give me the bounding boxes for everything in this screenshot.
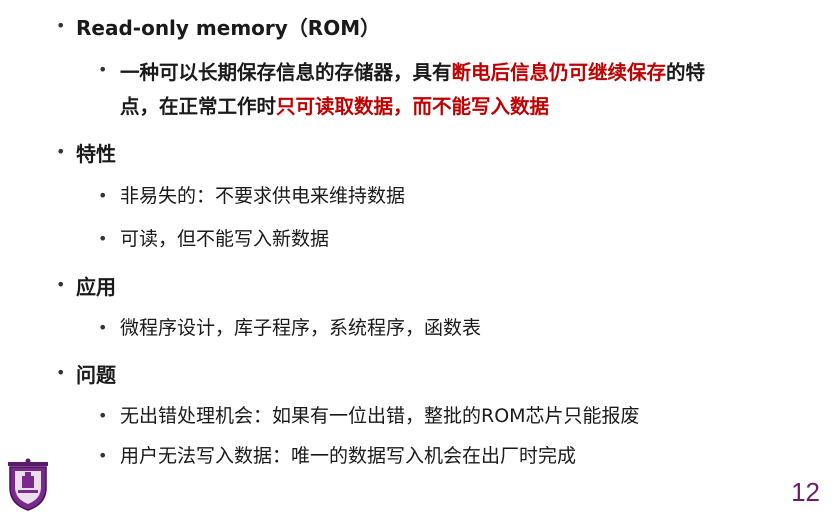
university-crest-icon bbox=[8, 458, 48, 511]
definition-text: 点，在正常工作时 bbox=[120, 95, 277, 118]
bullet-dot: • bbox=[98, 186, 108, 205]
application-item: 微程序设计，库子程序，系统程序，函数表 bbox=[120, 317, 482, 339]
bullet-dot: • bbox=[98, 229, 108, 248]
bullet-dot: • bbox=[56, 363, 66, 382]
heading-applications: 应用 bbox=[76, 275, 116, 299]
problem-item: 用户无法写入数据：唯一的数据写入机会在出厂时完成 bbox=[120, 445, 577, 467]
bullet-dot: • bbox=[98, 318, 108, 337]
rom-definition-line1: 一种可以长期保存信息的存储器，具有断电后信息仍可继续保存的特 bbox=[120, 56, 705, 85]
bullet-dot: • bbox=[56, 275, 66, 294]
page-number: 12 bbox=[791, 477, 820, 507]
heading-problems: 问题 bbox=[76, 363, 116, 387]
problem-item: 无出错处理机会：如果有一位出错，整批的ROM芯片只能报废 bbox=[120, 405, 640, 427]
feature-item: 可读，但不能写入新数据 bbox=[120, 228, 330, 250]
highlight-nonvolatile: 断电后信息仍可继续保存 bbox=[451, 61, 667, 84]
highlight-readonly: 只可读取数据，而不能写入数据 bbox=[276, 95, 550, 118]
bullet-dot: • bbox=[56, 16, 66, 35]
rom-definition-line2: 点，在正常工作时只可读取数据，而不能写入数据 bbox=[120, 90, 549, 119]
slide: • Read-only memory（ROM） • 一种可以长期保存信息的存储器… bbox=[0, 0, 840, 529]
heading-rom: Read-only memory（ROM） bbox=[76, 16, 381, 40]
bullet-dot: • bbox=[98, 406, 108, 425]
definition-text: 的特 bbox=[666, 61, 706, 84]
bullet-dot: • bbox=[98, 60, 108, 79]
bullet-dot: • bbox=[56, 142, 66, 161]
definition-text: 一种可以长期保存信息的存储器，具有 bbox=[120, 61, 452, 84]
feature-item: 非易失的：不要求供电来维持数据 bbox=[120, 185, 406, 207]
heading-features: 特性 bbox=[76, 142, 116, 166]
bullet-dot: • bbox=[98, 446, 108, 465]
